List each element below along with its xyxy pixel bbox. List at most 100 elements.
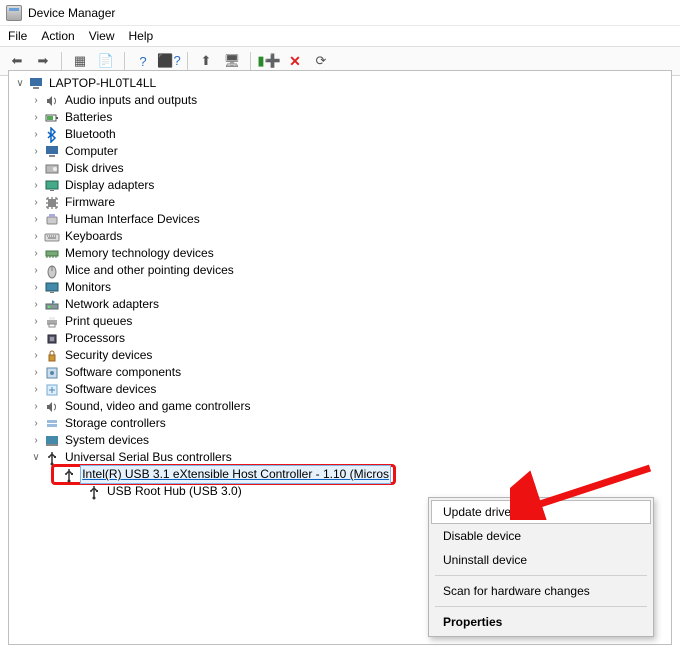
tree-category[interactable]: ›Sound, video and game controllers	[11, 398, 669, 415]
expander-icon[interactable]: ›	[29, 109, 43, 126]
expander-icon[interactable]: ›	[29, 364, 43, 381]
expander-icon[interactable]: ›	[29, 296, 43, 313]
expander-icon[interactable]: ›	[29, 160, 43, 177]
category-label: Network adapters	[63, 296, 161, 313]
refresh-button[interactable]: ⟳	[310, 50, 332, 72]
pc-icon	[44, 144, 60, 160]
expander-icon[interactable]: ›	[29, 245, 43, 262]
cm-uninstall-device[interactable]: Uninstall device	[431, 548, 651, 572]
tree-root[interactable]: ∨ LAPTOP-HL0TL4LL	[11, 75, 669, 92]
category-label: Print queues	[63, 313, 134, 330]
category-label: Processors	[63, 330, 127, 347]
tree-category[interactable]: ›Audio inputs and outputs	[11, 92, 669, 109]
tree-device[interactable]: Intel(R) USB 3.1 eXtensible Host Control…	[11, 466, 669, 483]
toolbar-separator	[187, 52, 188, 70]
tree-category[interactable]: ›Firmware	[11, 194, 669, 211]
tree-root-label: LAPTOP-HL0TL4LL	[47, 75, 158, 92]
scan-monitor-button[interactable]: 🖥	[221, 50, 243, 72]
tree-category[interactable]: › Memory technology devices	[11, 245, 669, 262]
category-label: Storage controllers	[63, 415, 168, 432]
help-topics-button[interactable]: ⬛?	[158, 50, 180, 72]
cpu-icon	[44, 331, 60, 347]
category-label: Software devices	[63, 381, 158, 398]
category-label: Batteries	[63, 109, 114, 126]
expander-icon[interactable]: ∨	[13, 75, 27, 92]
scan-hardware-button[interactable]: ▮➕	[258, 50, 280, 72]
tree-category[interactable]: ›Computer	[11, 143, 669, 160]
keyboard-icon	[44, 229, 60, 245]
toolbar-separator	[250, 52, 251, 70]
printer-icon	[44, 314, 60, 330]
show-hidden-button[interactable]: ▦	[69, 50, 91, 72]
expander-icon[interactable]: ›	[29, 177, 43, 194]
cm-update-driver[interactable]: Update driver	[431, 500, 651, 524]
tree-category[interactable]: › Storage controllers	[11, 415, 669, 432]
uninstall-button[interactable]: ✕	[284, 50, 306, 72]
window-title: Device Manager	[28, 6, 115, 20]
tree-category[interactable]: › Mice and other pointing devices	[11, 262, 669, 279]
expander-icon[interactable]: ›	[29, 398, 43, 415]
expander-icon[interactable]: ›	[29, 126, 43, 143]
display-icon	[44, 178, 60, 194]
toolbar-separator	[61, 52, 62, 70]
category-label: System devices	[63, 432, 151, 449]
security-icon	[44, 348, 60, 364]
tree-category[interactable]: › Software devices	[11, 381, 669, 398]
cm-disable-device[interactable]: Disable device	[431, 524, 651, 548]
title-bar: Device Manager	[0, 0, 680, 26]
category-label: Memory technology devices	[63, 245, 216, 262]
category-label: Mice and other pointing devices	[63, 262, 236, 279]
softdev-icon	[44, 382, 60, 398]
expander-icon[interactable]: ›	[29, 143, 43, 160]
tree-category[interactable]: ›Display adapters	[11, 177, 669, 194]
forward-button[interactable]: ➡	[32, 50, 54, 72]
device-label: USB Root Hub (USB 3.0)	[105, 483, 244, 500]
menu-bar: File Action View Help	[0, 26, 680, 47]
cm-properties[interactable]: Properties	[431, 610, 651, 634]
properties-button[interactable]: 📄	[95, 50, 117, 72]
expander-icon[interactable]: ›	[29, 381, 43, 398]
menu-view[interactable]: View	[89, 29, 115, 43]
expander-icon[interactable]: ›	[29, 211, 43, 228]
category-label: Security devices	[63, 347, 154, 364]
tree-category[interactable]: ›Monitors	[11, 279, 669, 296]
cm-scan-hardware[interactable]: Scan for hardware changes	[431, 579, 651, 603]
component-icon	[44, 365, 60, 381]
tree-category[interactable]: ›Human Interface Devices	[11, 211, 669, 228]
highlighted-device[interactable]: Intel(R) USB 3.1 eXtensible Host Control…	[51, 464, 396, 485]
menu-file[interactable]: File	[8, 29, 27, 43]
expander-icon[interactable]: ›	[29, 347, 43, 364]
memory-icon	[44, 246, 60, 262]
expander-icon[interactable]: ›	[29, 313, 43, 330]
tree-category[interactable]: › Batteries	[11, 109, 669, 126]
disk-icon	[44, 161, 60, 177]
expander-icon[interactable]: ›	[29, 92, 43, 109]
menu-help[interactable]: Help	[129, 29, 154, 43]
tree-category[interactable]: › Network adapters	[11, 296, 669, 313]
tree-category[interactable]: › Print queues	[11, 313, 669, 330]
menu-action[interactable]: Action	[41, 29, 74, 43]
expander-icon[interactable]: ∨	[29, 449, 43, 466]
expander-icon[interactable]: ›	[29, 432, 43, 449]
back-button[interactable]: ⬅	[6, 50, 28, 72]
toolbar-separator	[124, 52, 125, 70]
bluetooth-icon	[44, 127, 60, 143]
expander-icon[interactable]: ›	[29, 228, 43, 245]
expander-icon[interactable]: ›	[29, 194, 43, 211]
expander-icon[interactable]: ›	[29, 279, 43, 296]
help-button[interactable]: ?	[132, 50, 154, 72]
cm-separator	[435, 575, 647, 576]
speaker-icon	[44, 93, 60, 109]
tree-category[interactable]: › Processors	[11, 330, 669, 347]
expander-icon[interactable]: ›	[29, 262, 43, 279]
tree-category[interactable]: › System devices	[11, 432, 669, 449]
tree-category[interactable]: ›Software components	[11, 364, 669, 381]
update-driver-button[interactable]: ⬆	[195, 50, 217, 72]
tree-category[interactable]: ›Disk drives	[11, 160, 669, 177]
tree-category[interactable]: ›Bluetooth	[11, 126, 669, 143]
tree-category[interactable]: › Security devices	[11, 347, 669, 364]
expander-icon[interactable]: ›	[29, 330, 43, 347]
storage-icon	[44, 416, 60, 432]
tree-category[interactable]: ›Keyboards	[11, 228, 669, 245]
expander-icon[interactable]: ›	[29, 415, 43, 432]
